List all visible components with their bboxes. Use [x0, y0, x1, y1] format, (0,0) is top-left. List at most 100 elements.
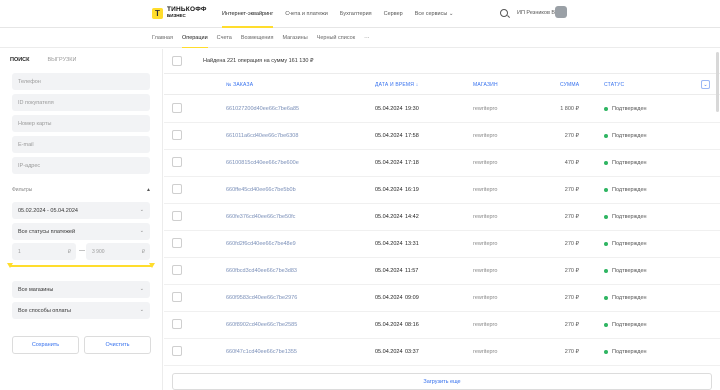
more-icon[interactable]: ··· — [364, 28, 370, 48]
tab-exports[interactable]: ВЫГРУЗКИ — [48, 57, 77, 67]
status-text: Подтвержден — [612, 349, 647, 355]
status-select[interactable]: Все статусы платежей ⌄ — [12, 223, 150, 240]
col-sum[interactable]: СУММА — [560, 82, 579, 88]
amount-to-input[interactable]: 3 900 ₽ — [86, 243, 150, 260]
table-row[interactable]: 660fe376cd40ee66c7be50fc 05.04.2024 14:42 r… — [164, 204, 720, 231]
operation-sum: 1 800 ₽ — [560, 106, 579, 112]
card-number-field[interactable]: Номер карты — [12, 115, 150, 132]
table-row[interactable]: 660f9583cd40ee66c7be2976 05.04.2024 09:09 r… — [164, 285, 720, 312]
operation-time: 03:37 — [405, 349, 419, 355]
payment-method-select[interactable]: Все способы оплаты ⌄ — [12, 302, 150, 319]
operation-sum: 270 ₽ — [564, 187, 579, 193]
order-number[interactable]: 660fd2f6cd40ee66c7be48e9 — [226, 241, 296, 247]
nav-server[interactable]: Сервер — [384, 0, 403, 28]
table-row[interactable]: 660fbcd3cd40ee66c7be3d83 05.04.2024 11:57 r… — [164, 258, 720, 285]
order-number[interactable]: 660fe376cd40ee66c7be50fc — [226, 214, 295, 220]
operation-sum: 270 ₽ — [564, 241, 579, 247]
nav-accounting[interactable]: Бухгалтерия — [340, 0, 372, 28]
table-row[interactable]: 660f8902cd40ee66c7be2585 05.04.2024 08:16 r… — [164, 312, 720, 339]
col-shop[interactable]: МАГАЗИН — [473, 82, 498, 88]
amount-from-input[interactable]: 1 ₽ — [12, 243, 76, 260]
tab-shops[interactable]: Магазины — [282, 28, 307, 48]
status-text: Подтвержден — [612, 214, 647, 220]
slider-min-handle[interactable] — [6, 262, 13, 268]
row-checkbox[interactable] — [172, 319, 182, 329]
load-more-button[interactable]: Загрузить еще — [172, 373, 712, 390]
order-number[interactable]: 660f8902cd40ee66c7be2585 — [226, 322, 297, 328]
email-field[interactable]: E-mail — [12, 136, 150, 153]
table-row[interactable]: 661011a6cd40ee66c7be6308 05.04.2024 17:58 r… — [164, 123, 720, 150]
table-row[interactable]: 660f47c1cd40ee66c7be1355 05.04.2024 03:37 r… — [164, 339, 720, 366]
nav-accounts-payments[interactable]: Счета и платежи — [285, 0, 328, 28]
tab-operations[interactable]: Операции — [181, 28, 208, 48]
operation-time: 08:16 — [405, 322, 419, 328]
tab-accounts[interactable]: Счета — [217, 28, 232, 48]
order-number[interactable]: 66100815cd40ee66c7be600e — [226, 160, 299, 166]
row-checkbox[interactable] — [172, 346, 182, 356]
operation-date: 05.04.2024 — [375, 214, 403, 220]
avatar[interactable] — [555, 6, 567, 18]
row-checkbox[interactable] — [172, 130, 182, 140]
tab-home[interactable]: Главная — [152, 28, 173, 48]
user-name[interactable]: ИП Резников В. — [517, 10, 557, 16]
order-number[interactable]: 660f9583cd40ee66c7be2976 — [226, 295, 297, 301]
operation-sum: 270 ₽ — [564, 322, 579, 328]
amount-slider[interactable] — [6, 262, 155, 268]
status-badge: Подтвержден — [604, 187, 647, 193]
amount-range: 1 ₽ — 3 900 ₽ — [12, 243, 150, 260]
row-checkbox[interactable] — [172, 103, 182, 113]
ip-address-field[interactable]: IP-адрес — [12, 157, 150, 174]
summary-row: Найдена 221 операция на сумму 161 130 ₽ — [164, 49, 720, 74]
order-number[interactable]: 660ffe45cd40ee66c7be5b0b — [226, 187, 296, 193]
order-number[interactable]: 660f47c1cd40ee66c7be1355 — [226, 349, 297, 355]
table-row[interactable]: 660ffe45cd40ee66c7be5b0b 05.04.2024 16:19 r… — [164, 177, 720, 204]
row-checkbox[interactable] — [172, 184, 182, 194]
col-order[interactable]: № ЗАКАЗА — [226, 82, 253, 88]
row-checkbox[interactable] — [172, 157, 182, 167]
logo-subtitle: БИЗНЕС — [167, 13, 186, 18]
shops-select[interactable]: Все магазины ⌄ — [12, 281, 150, 298]
operation-date: 05.04.2024 — [375, 268, 403, 274]
sub-bar: Главная Операции Счета Возмещения Магази… — [0, 28, 720, 48]
tab-blacklist[interactable]: Черный список — [317, 28, 355, 48]
col-datetime[interactable]: ДАТА И ВРЕМЯ ↓ — [375, 82, 418, 88]
collapse-icon[interactable]: ▲ — [146, 187, 151, 193]
save-button[interactable]: Сохранить — [12, 336, 79, 354]
operation-date: 05.04.2024 — [375, 322, 403, 328]
row-checkbox[interactable] — [172, 265, 182, 275]
chevron-down-icon: ⌄ — [139, 207, 144, 213]
date-range-select[interactable]: 05.02.2024 - 05.04.2024 ⌄ — [12, 202, 150, 219]
tab-search[interactable]: ПОИСК — [10, 57, 30, 67]
scrollbar[interactable] — [716, 52, 719, 112]
status-text: Подтвержден — [612, 268, 647, 274]
shop-name: rewritepro — [473, 322, 498, 328]
logo[interactable]: Т ТИНЬКОФФ БИЗНЕС — [152, 6, 207, 19]
order-number[interactable]: 661011a6cd40ee66c7be6308 — [226, 133, 298, 139]
clear-button[interactable]: Очистить — [84, 336, 151, 354]
tab-refunds[interactable]: Возмещения — [241, 28, 274, 48]
row-checkbox[interactable] — [172, 211, 182, 221]
status-badge: Подтвержден — [604, 241, 647, 247]
status-text: Подтвержден — [612, 241, 647, 247]
table-row[interactable]: 66100815cd40ee66c7be600e 05.04.2024 17:18 r… — [164, 150, 720, 177]
operation-sum: 270 ₽ — [564, 214, 579, 220]
row-checkbox[interactable] — [172, 238, 182, 248]
slider-max-handle[interactable] — [148, 262, 155, 268]
col-status[interactable]: СТАТУС — [604, 82, 624, 88]
phone-field[interactable]: Телефон — [12, 73, 150, 90]
search-icon[interactable] — [500, 9, 508, 17]
nav-all-services[interactable]: Все сервисы ⌄ — [415, 0, 454, 28]
buyer-id-field[interactable]: ID покупателя — [12, 94, 150, 111]
status-badge: Подтвержден — [604, 322, 647, 328]
row-checkbox[interactable] — [172, 292, 182, 302]
select-all-checkbox[interactable] — [172, 56, 182, 66]
expand-icon[interactable]: ⌄ — [701, 80, 710, 89]
nav-internet-acquiring[interactable]: Интернет-эквайринг — [222, 0, 274, 28]
table-row[interactable]: 660fd2f6cd40ee66c7be48e9 05.04.2024 13:31 r… — [164, 231, 720, 258]
table-row[interactable]: 661027200d40ee66c7be6a85 05.04.2024 19:30 r… — [164, 96, 720, 123]
order-number[interactable]: 660fbcd3cd40ee66c7be3d83 — [226, 268, 297, 274]
status-badge: Подтвержден — [604, 295, 647, 301]
order-number[interactable]: 661027200d40ee66c7be6a85 — [226, 106, 299, 112]
status-badge: Подтвержден — [604, 268, 647, 274]
status-dot-icon — [604, 188, 608, 192]
